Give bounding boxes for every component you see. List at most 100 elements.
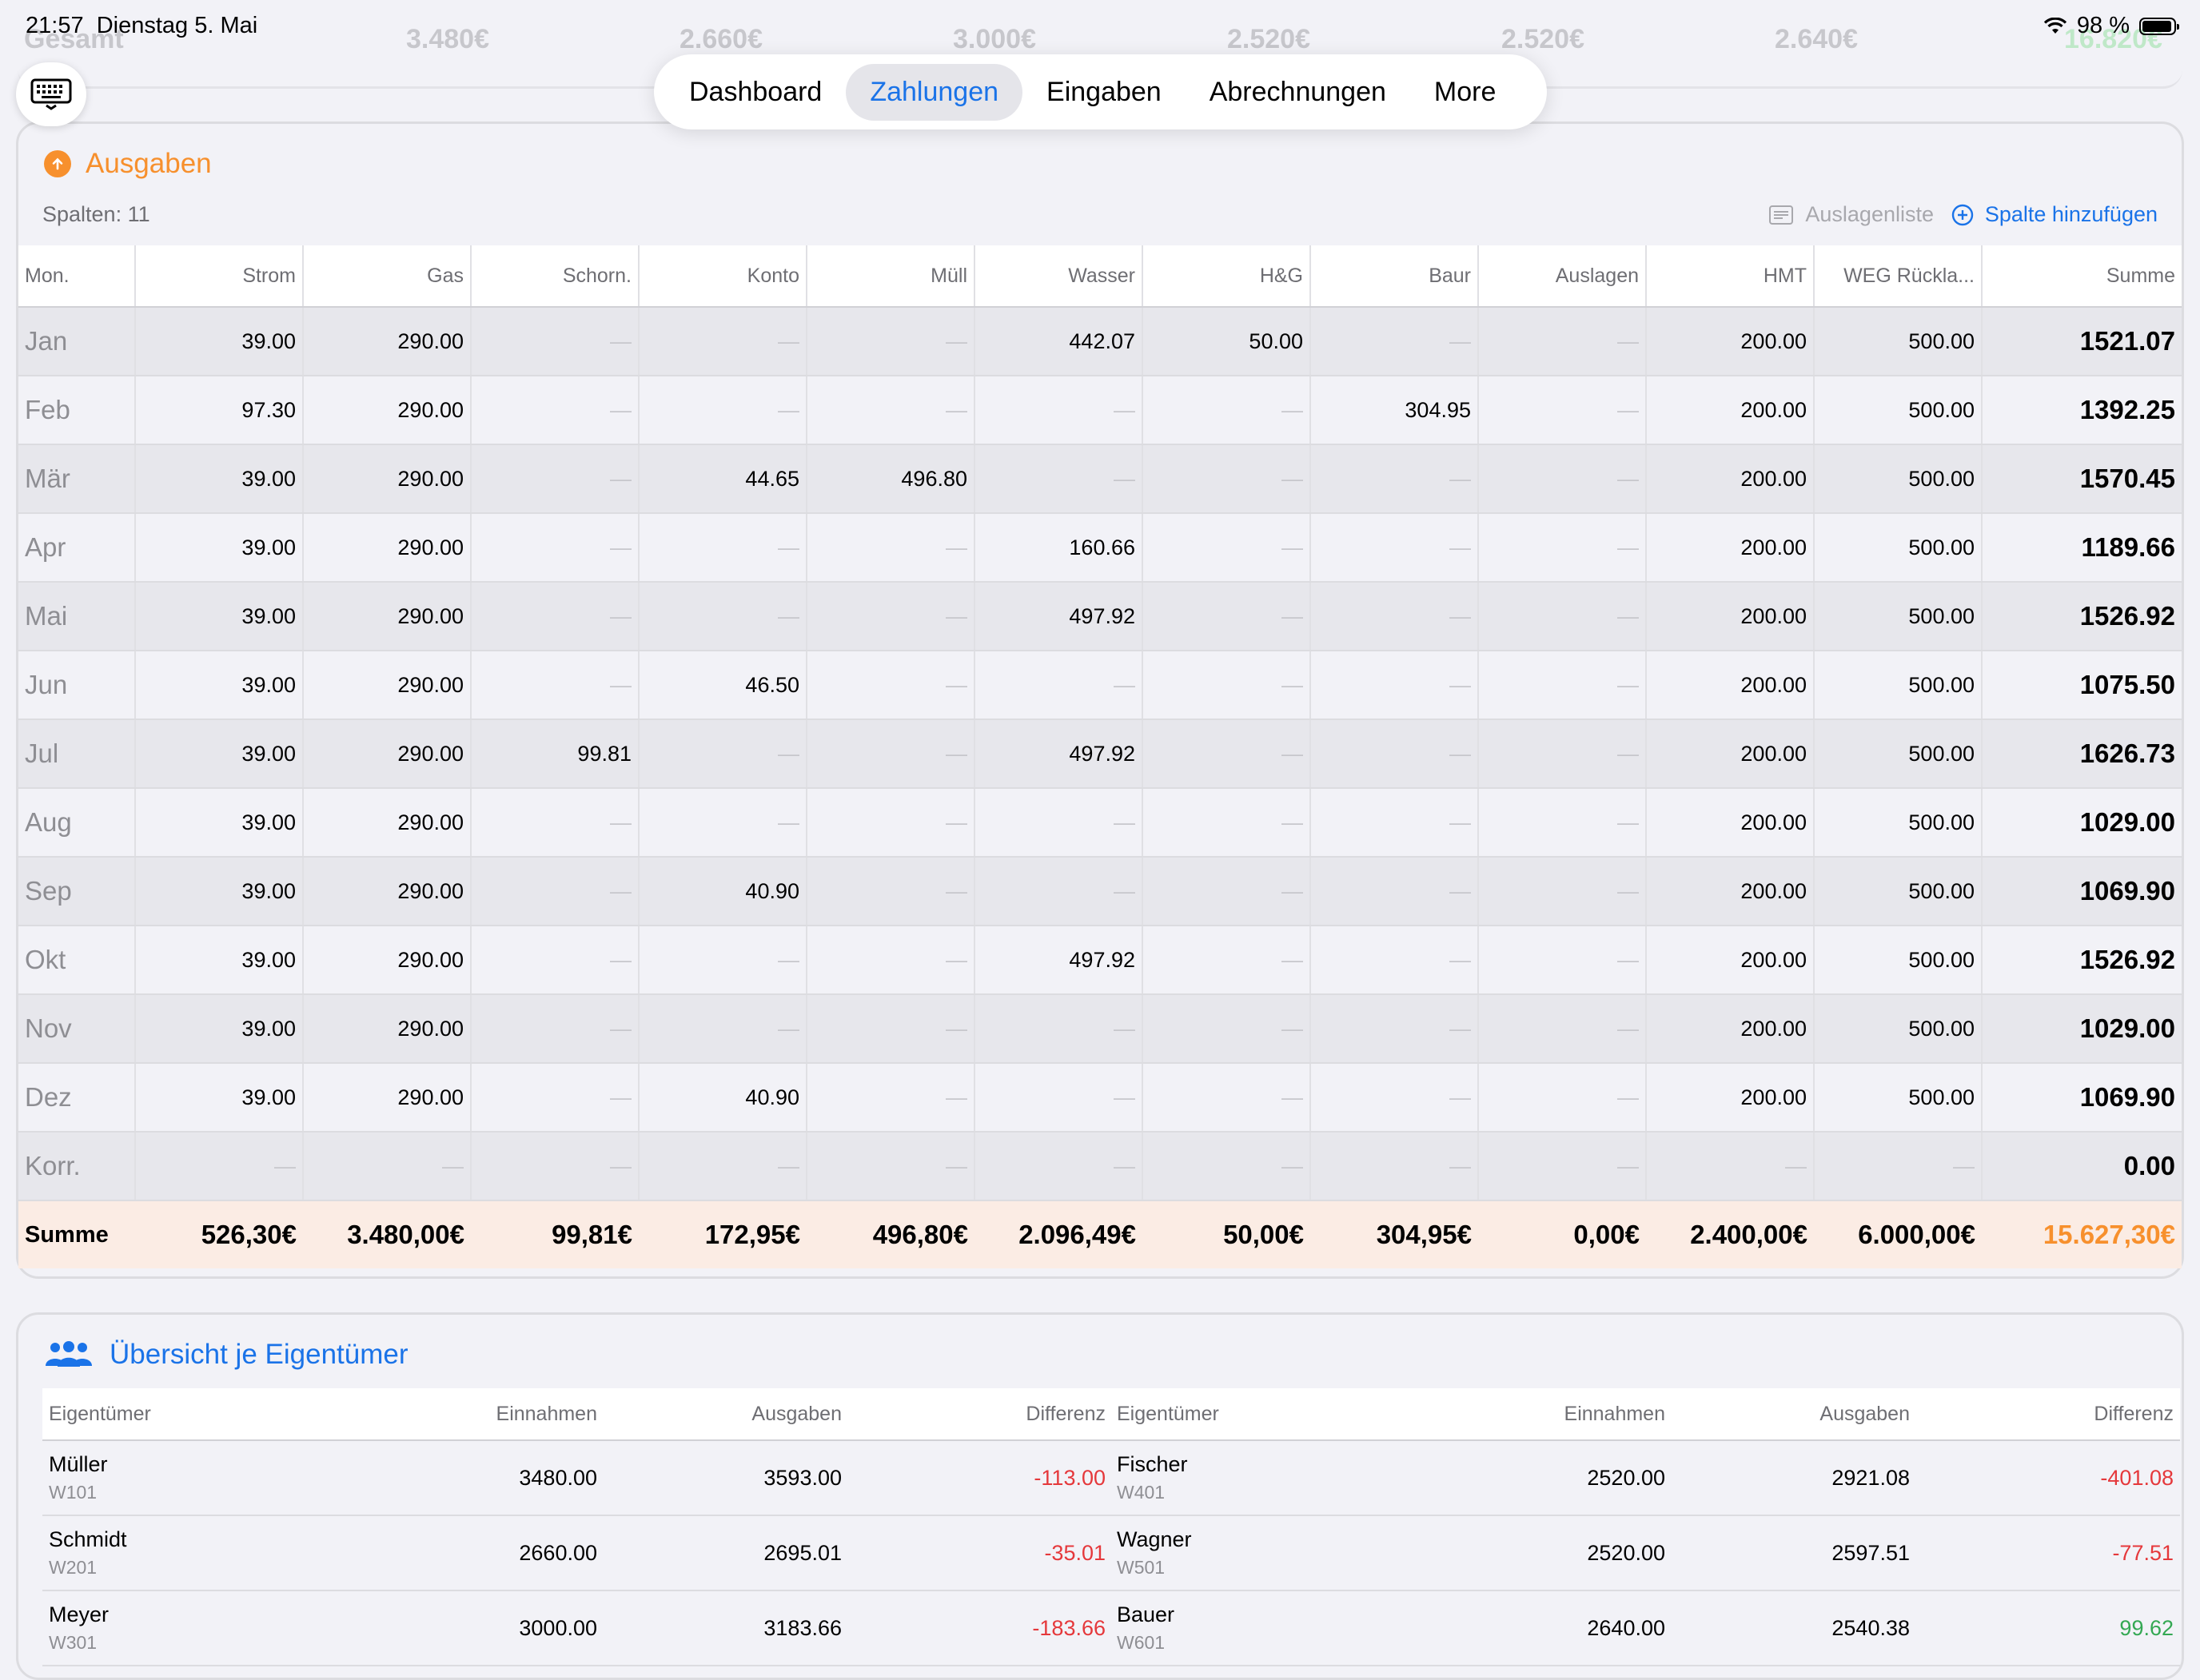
amount-cell[interactable]: 39.00: [134, 651, 303, 720]
amount-cell[interactable]: —: [1309, 788, 1478, 858]
amount-cell[interactable]: —: [1477, 926, 1646, 995]
amount-cell[interactable]: —: [470, 926, 639, 995]
amount-cell[interactable]: —: [1309, 444, 1478, 514]
amount-cell[interactable]: 500.00: [1813, 513, 1982, 583]
amount-cell[interactable]: 200.00: [1645, 926, 1814, 995]
amount-cell[interactable]: 40.90: [638, 857, 807, 926]
amount-cell[interactable]: —: [1142, 1132, 1310, 1201]
amount-cell[interactable]: 200.00: [1645, 857, 1814, 926]
amount-cell[interactable]: 500.00: [1813, 444, 1982, 514]
amount-cell[interactable]: 200.00: [1645, 788, 1814, 858]
amount-cell[interactable]: —: [638, 582, 807, 651]
amount-cell[interactable]: —: [1477, 857, 1646, 926]
amount-cell[interactable]: —: [1309, 1063, 1478, 1133]
amount-cell[interactable]: —: [470, 513, 639, 583]
amount-cell[interactable]: —: [1309, 994, 1478, 1064]
amount-cell[interactable]: —: [1477, 513, 1646, 583]
amount-cell[interactable]: —: [1477, 994, 1646, 1064]
amount-cell[interactable]: —: [1477, 719, 1646, 789]
amount-cell[interactable]: —: [1309, 513, 1478, 583]
amount-cell[interactable]: —: [470, 788, 639, 858]
tab-zahlungen[interactable]: Zahlungen: [846, 63, 1023, 121]
amount-cell[interactable]: —: [806, 857, 974, 926]
amount-cell[interactable]: 500.00: [1813, 994, 1982, 1064]
amount-cell[interactable]: 39.00: [134, 513, 303, 583]
amount-cell[interactable]: 200.00: [1645, 513, 1814, 583]
amount-cell[interactable]: 500.00: [1813, 307, 1982, 376]
amount-cell[interactable]: 290.00: [302, 582, 471, 651]
tab-more[interactable]: More: [1410, 64, 1520, 121]
amount-cell[interactable]: —: [134, 1132, 303, 1201]
amount-cell[interactable]: 290.00: [302, 307, 471, 376]
amount-cell[interactable]: —: [638, 1132, 807, 1201]
amount-cell[interactable]: —: [638, 719, 807, 789]
amount-cell[interactable]: 200.00: [1645, 444, 1814, 514]
amount-cell[interactable]: —: [1477, 376, 1646, 445]
amount-cell[interactable]: 290.00: [302, 444, 471, 514]
amount-cell[interactable]: 290.00: [302, 994, 471, 1064]
amount-cell[interactable]: 500.00: [1813, 651, 1982, 720]
amount-cell[interactable]: —: [806, 513, 974, 583]
amount-cell[interactable]: 442.07: [974, 307, 1142, 376]
amount-cell[interactable]: —: [1309, 857, 1478, 926]
column-header[interactable]: Gas: [302, 245, 471, 308]
column-header[interactable]: H&G: [1142, 245, 1310, 308]
column-header[interactable]: Mon.: [18, 245, 135, 308]
amount-cell[interactable]: —: [470, 376, 639, 445]
amount-cell[interactable]: —: [1142, 376, 1310, 445]
amount-cell[interactable]: —: [974, 994, 1142, 1064]
amount-cell[interactable]: —: [1309, 926, 1478, 995]
amount-cell[interactable]: —: [806, 1132, 974, 1201]
amount-cell[interactable]: 50.00: [1142, 307, 1310, 376]
amount-cell[interactable]: 497.92: [974, 582, 1142, 651]
amount-cell[interactable]: 39.00: [134, 307, 303, 376]
amount-cell[interactable]: —: [1142, 994, 1310, 1064]
amount-cell[interactable]: —: [974, 857, 1142, 926]
amount-cell[interactable]: —: [974, 444, 1142, 514]
amount-cell[interactable]: —: [1477, 788, 1646, 858]
amount-cell[interactable]: 290.00: [302, 719, 471, 789]
amount-cell[interactable]: 290.00: [302, 376, 471, 445]
column-header[interactable]: HMT: [1645, 245, 1814, 308]
amount-cell[interactable]: —: [1477, 582, 1646, 651]
amount-cell[interactable]: —: [638, 994, 807, 1064]
amount-cell[interactable]: —: [470, 444, 639, 514]
amount-cell[interactable]: —: [806, 994, 974, 1064]
auslagenliste-button[interactable]: Auslagenliste: [1768, 202, 1934, 227]
amount-cell[interactable]: 46.50: [638, 651, 807, 720]
amount-cell[interactable]: —: [470, 307, 639, 376]
amount-cell[interactable]: 200.00: [1645, 1063, 1814, 1133]
column-header[interactable]: Schorn.: [470, 245, 639, 308]
amount-cell[interactable]: 500.00: [1813, 719, 1982, 789]
amount-cell[interactable]: —: [1477, 1063, 1646, 1133]
amount-cell[interactable]: 200.00: [1645, 582, 1814, 651]
amount-cell[interactable]: 200.00: [1645, 376, 1814, 445]
amount-cell[interactable]: —: [1142, 513, 1310, 583]
amount-cell[interactable]: —: [806, 926, 974, 995]
amount-cell[interactable]: —: [1645, 1132, 1814, 1201]
amount-cell[interactable]: —: [1309, 651, 1478, 720]
amount-cell[interactable]: —: [470, 1132, 639, 1201]
amount-cell[interactable]: 39.00: [134, 994, 303, 1064]
amount-cell[interactable]: —: [638, 788, 807, 858]
amount-cell[interactable]: 500.00: [1813, 1063, 1982, 1133]
keyboard-button[interactable]: [16, 62, 86, 126]
amount-cell[interactable]: 290.00: [302, 1063, 471, 1133]
owner-row[interactable]: Meyer W301 3000.00 3183.66 -183.66: [42, 1590, 1112, 1666]
amount-cell[interactable]: 99.81: [470, 719, 639, 789]
amount-cell[interactable]: —: [1142, 788, 1310, 858]
add-column-button[interactable]: Spalte hinzufügen: [1951, 202, 2158, 227]
amount-cell[interactable]: —: [1477, 307, 1646, 376]
amount-cell[interactable]: —: [1309, 582, 1478, 651]
amount-cell[interactable]: 97.30: [134, 376, 303, 445]
amount-cell[interactable]: —: [638, 926, 807, 995]
amount-cell[interactable]: 500.00: [1813, 376, 1982, 445]
amount-cell[interactable]: —: [806, 719, 974, 789]
amount-cell[interactable]: —: [1813, 1132, 1982, 1201]
amount-cell[interactable]: 39.00: [134, 788, 303, 858]
amount-cell[interactable]: —: [638, 513, 807, 583]
amount-cell[interactable]: —: [1142, 1063, 1310, 1133]
amount-cell[interactable]: —: [638, 376, 807, 445]
amount-cell[interactable]: 160.66: [974, 513, 1142, 583]
amount-cell[interactable]: —: [806, 307, 974, 376]
